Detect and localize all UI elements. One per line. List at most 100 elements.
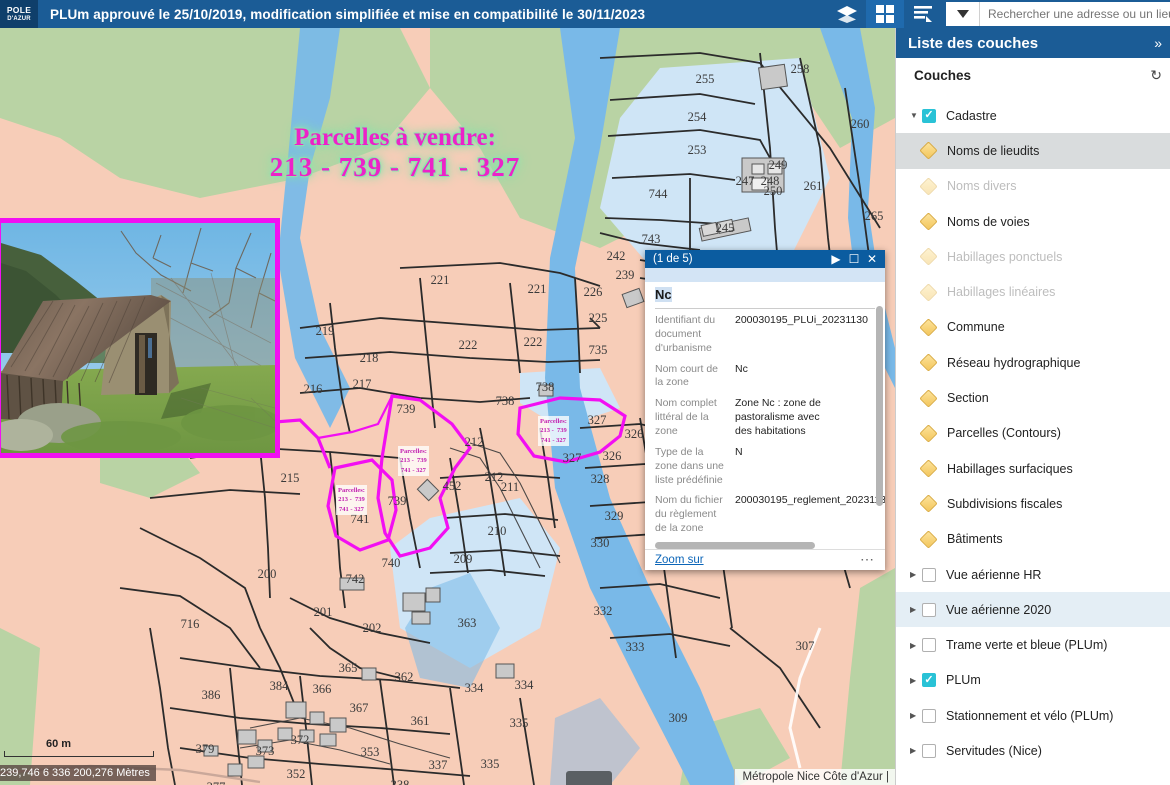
chevron-up-icon[interactable]: » <box>1154 35 1162 51</box>
search-input[interactable] <box>980 2 1170 26</box>
layer-item-label: Noms divers <box>947 179 1017 194</box>
layer-symbol-icon <box>919 530 938 549</box>
layer-panel-header: Liste des couches » <box>896 28 1170 58</box>
layer-item[interactable]: Habillages ponctuels <box>896 239 1170 274</box>
layer-item-label: Vue aérienne 2020 <box>946 602 1052 617</box>
layers-icon[interactable] <box>828 0 866 28</box>
parcel-number: 334 <box>515 678 535 692</box>
layer-item[interactable]: Subdivisions fiscales <box>896 486 1170 521</box>
layer-item[interactable]: ▶ Vue aérienne 2020 <box>896 592 1170 628</box>
layer-group-cadastre[interactable]: ▼ Cadastre <box>896 98 1170 133</box>
parcel-number: 367 <box>350 701 369 715</box>
parcel-number: 337 <box>429 758 448 772</box>
parcel-number: 255 <box>696 72 715 86</box>
layer-item-label: Noms de lieudits <box>947 143 1040 158</box>
parcel-number: 218 <box>360 351 379 365</box>
parcel-number: 338 <box>391 778 410 785</box>
popup-field-row: Identifiant du document d'urbanisme 2000… <box>655 309 875 358</box>
popup-hscroll-thumb[interactable] <box>655 541 815 549</box>
layer-item[interactable]: ▶ Servitudes (Nice) <box>896 733 1170 768</box>
map-canvas[interactable]: 255 258 254 260 253 249 247 248 250 261 744 265 245 7… <box>0 28 895 785</box>
layer-list-panel: Liste des couches » Couches ↻ ▼ Cadastre N… <box>895 28 1170 785</box>
parcel-number: 239 <box>616 268 635 282</box>
popup-vscroll-thumb[interactable] <box>876 306 883 507</box>
header-spacer <box>645 0 828 28</box>
popup-field-key: Nom du fichier du règlement de la zone <box>655 494 723 535</box>
parcel-number: 209 <box>454 552 473 566</box>
popup-body: Nc Identifiant du document d'urbanisme 2… <box>645 282 885 541</box>
refresh-icon[interactable]: ↻ <box>1150 67 1162 84</box>
parcel-number: 365 <box>339 661 358 675</box>
layer-symbol-icon <box>919 424 938 443</box>
layer-symbol-icon <box>919 494 938 514</box>
mini-sale-label: Parcelles: 213 - 739 741 - 327 <box>336 485 367 516</box>
layer-checkbox[interactable] <box>922 567 936 582</box>
layer-item[interactable]: Noms divers <box>896 169 1170 204</box>
parcel-number: 215 <box>281 471 300 485</box>
maximize-icon[interactable]: ☐ <box>845 252 863 266</box>
parcel-number: 334 <box>465 681 485 695</box>
parcel-number: 222 <box>459 338 478 352</box>
more-options-icon[interactable]: ⋯ <box>860 551 875 568</box>
layer-item[interactable]: ▶ Stationnement et vélo (PLUm) <box>896 698 1170 733</box>
parcel-number: 330 <box>591 536 610 550</box>
layer-item[interactable]: ▶ Vue aérienne HR <box>896 557 1170 592</box>
layer-item[interactable]: Section <box>896 380 1170 415</box>
layer-item-label: Parcelles (Contours) <box>947 426 1061 441</box>
popup-feature-heading: Nc <box>655 282 875 310</box>
chevron-right-icon[interactable]: ▶ <box>910 641 922 650</box>
search-type-dropdown[interactable] <box>946 2 980 26</box>
layer-checkbox[interactable] <box>922 708 936 723</box>
close-icon[interactable]: ✕ <box>863 252 881 266</box>
popup-field-value: 200030195_reglement_20231130 <box>735 494 885 507</box>
layer-checkbox[interactable] <box>922 673 936 688</box>
chevron-right-icon[interactable]: ▶ <box>910 605 922 614</box>
feature-popup[interactable]: (1 de 5) ▶ ☐ ✕ Nc Identifiant du documen… <box>645 250 885 570</box>
layer-checkbox[interactable] <box>922 638 936 653</box>
layer-item[interactable]: Réseau hydrographique <box>896 345 1170 380</box>
parcel-number: 249 <box>769 158 788 172</box>
chevron-right-icon[interactable]: ▶ <box>910 570 922 579</box>
legend-icon[interactable] <box>904 0 942 28</box>
layer-item[interactable]: Habillages surfaciques <box>896 451 1170 486</box>
parcel-number: 261 <box>804 179 823 193</box>
parcel-number: 386 <box>202 688 221 702</box>
parcel-number: 326 <box>603 449 622 463</box>
popup-field-key: Identifiant du document d'urbanisme <box>655 314 716 354</box>
popup-field-key: Nom court de la zone <box>655 362 719 389</box>
layer-checkbox[interactable] <box>922 602 936 617</box>
chevron-right-icon[interactable]: ▶ <box>910 746 922 755</box>
popup-horizontal-scrollbar[interactable] <box>655 541 875 549</box>
layer-item[interactable]: ▶ Trame verte et bleue (PLUm) <box>896 627 1170 662</box>
next-icon[interactable]: ▶ <box>827 252 845 266</box>
layer-item-label: Habillages linéaires <box>947 285 1056 300</box>
layer-item[interactable]: Commune <box>896 310 1170 345</box>
layer-list[interactable]: ▼ Cadastre Noms de lieudits Noms divers Noms… <box>896 92 1170 785</box>
layer-item[interactable]: Noms de voies <box>896 204 1170 239</box>
parcel-number: 326 <box>625 427 644 441</box>
layer-item[interactable]: ▶ PLUm <box>896 663 1170 698</box>
layers-glyph <box>837 6 857 23</box>
chevron-right-icon[interactable]: ▶ <box>910 711 922 720</box>
popup-field-value: N <box>735 445 743 458</box>
parcel-number: 335 <box>481 757 500 771</box>
parcel-number: 253 <box>688 143 707 157</box>
map-bottom-widget[interactable] <box>566 771 612 785</box>
layer-item[interactable]: Habillages linéaires <box>896 274 1170 309</box>
zoom-to-feature-link[interactable]: Zoom sur <box>655 554 860 566</box>
parcel-number: 739 <box>397 402 416 416</box>
popup-title: (1 de 5) <box>653 252 693 265</box>
layer-item[interactable]: Noms de lieudits <box>896 133 1170 169</box>
popup-vertical-scrollbar[interactable] <box>876 306 883 541</box>
layer-checkbox[interactable] <box>922 108 936 123</box>
chevron-down-icon[interactable]: ▼ <box>910 111 922 120</box>
chevron-right-icon[interactable]: ▶ <box>910 676 922 685</box>
layer-item[interactable]: Bâtiments <box>896 522 1170 557</box>
parcel-number: 210 <box>488 524 507 538</box>
parcel-number: 742 <box>346 572 365 586</box>
parcel-number: 202 <box>363 621 382 635</box>
layer-item[interactable]: Parcelles (Contours) <box>896 416 1170 451</box>
grid-icon[interactable] <box>866 0 904 28</box>
chevron-down-icon <box>956 9 969 18</box>
layer-checkbox[interactable] <box>922 743 936 758</box>
